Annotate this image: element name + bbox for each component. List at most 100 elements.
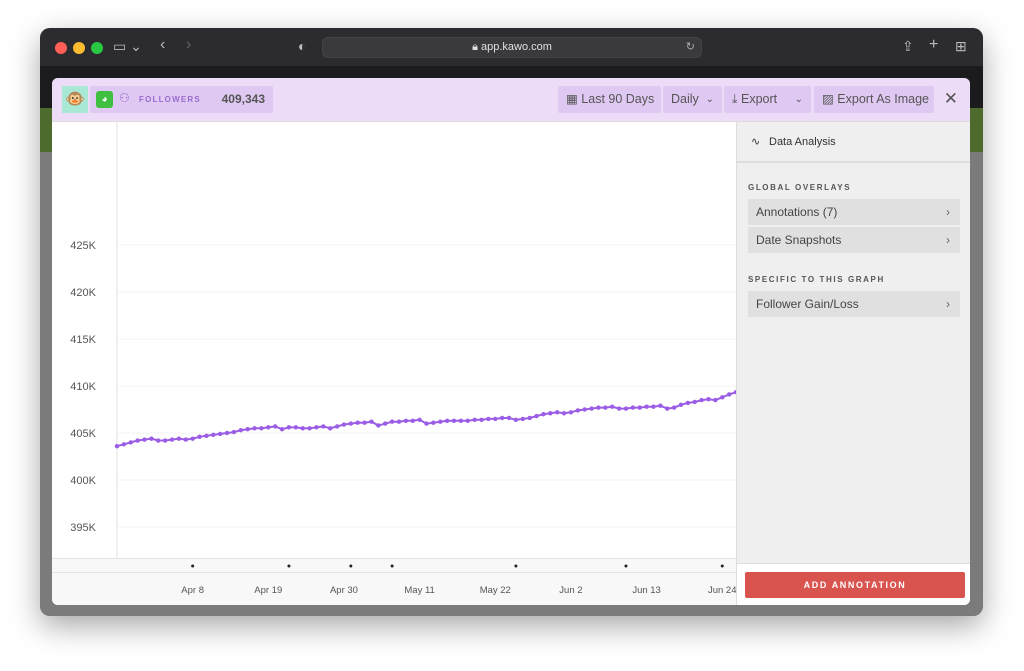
data-point <box>403 418 409 423</box>
data-point <box>321 424 326 429</box>
data-point <box>135 438 140 443</box>
data-point <box>169 437 175 442</box>
chevron-down-icon: ⌄ <box>794 94 803 105</box>
data-point <box>424 421 429 426</box>
close-window-button[interactable] <box>55 42 67 54</box>
follower-gain-loss-item[interactable]: Follower Gain/Loss › <box>748 291 960 317</box>
annotation-strip <box>52 558 736 573</box>
data-point <box>286 425 292 430</box>
x-tick-label: Jun 24 <box>708 585 736 596</box>
data-point <box>128 440 133 445</box>
data-point <box>458 418 464 423</box>
export-as-image-button[interactable]: ▨ Export As Image <box>814 86 934 113</box>
browser-toolbar: ▭ ⌄ ‹ › ◐ 🔒︎ app.kawo.com ↻ ⇪ + ⊞ <box>40 28 983 66</box>
add-annotation-button[interactable]: ADD ANNOTATION <box>745 572 965 598</box>
chevron-right-icon: › <box>946 297 950 311</box>
annotation-marker <box>624 564 628 568</box>
data-point <box>328 426 333 431</box>
data-point <box>534 413 539 419</box>
data-point <box>156 438 161 443</box>
data-point <box>149 436 154 441</box>
zoom-window-button[interactable] <box>91 42 103 54</box>
annotation-marker <box>720 564 724 568</box>
reload-icon[interactable]: ↻ <box>686 38 695 57</box>
data-point <box>190 436 195 441</box>
data-point <box>720 395 725 400</box>
back-icon[interactable]: ‹ <box>160 36 165 54</box>
users-icon: ⚇ <box>119 91 130 105</box>
data-point <box>486 416 491 422</box>
data-point <box>610 404 615 409</box>
data-point <box>307 426 312 431</box>
address-bar[interactable]: 🔒︎ app.kawo.com ↻ <box>322 37 702 58</box>
privacy-shield-icon[interactable]: ◐ <box>298 38 306 54</box>
data-point <box>685 400 691 406</box>
chevron-right-icon: › <box>946 205 950 219</box>
data-point <box>678 402 684 407</box>
annotations-item[interactable]: Annotations (7) › <box>748 199 960 225</box>
image-icon: ▨ <box>822 92 838 106</box>
data-point <box>369 419 374 424</box>
data-point <box>417 417 422 423</box>
y-tick-label: 395K <box>70 522 96 534</box>
data-point <box>671 405 677 410</box>
data-point <box>623 406 629 411</box>
data-point <box>293 425 299 430</box>
data-point <box>513 417 519 423</box>
data-point <box>658 403 663 408</box>
data-point <box>451 418 457 423</box>
metric-label: FOLLOWERS <box>139 95 201 104</box>
annotation-marker <box>390 564 394 568</box>
x-tick-label: Apr 8 <box>181 585 204 596</box>
export-label: Export <box>741 92 778 106</box>
data-point <box>314 425 319 430</box>
data-point <box>575 408 581 413</box>
data-point <box>341 422 347 427</box>
pulse-icon: ∿ <box>751 136 761 148</box>
share-icon[interactable]: ⇪ <box>902 38 914 55</box>
plot-background <box>52 122 736 558</box>
data-point <box>630 405 636 410</box>
x-tick-label: May 22 <box>480 585 511 596</box>
minimize-window-button[interactable] <box>73 42 85 54</box>
global-overlays-heading: GLOBAL OVERLAYS <box>748 183 852 192</box>
export-dropdown[interactable]: ⤓ Export ⌄ <box>724 86 811 113</box>
tab-overview-icon[interactable]: ⊞ <box>955 38 967 55</box>
data-point <box>383 421 388 426</box>
new-tab-icon[interactable]: + <box>929 36 938 54</box>
data-analysis-header: ∿ Data Analysis <box>737 122 970 163</box>
data-point <box>651 404 656 409</box>
interval-label: Daily <box>671 92 699 106</box>
item-label: Date Snapshots <box>756 233 842 247</box>
x-tick-label: Jun 2 <box>559 585 582 596</box>
specific-graph-heading: SPECIFIC TO THIS GRAPH <box>748 275 885 284</box>
data-point <box>162 438 168 443</box>
y-tick-label: 425K <box>70 240 96 252</box>
modal-header: 🐵 ◕ ⚇ FOLLOWERS 409,343 ▦ Last 90 Days D… <box>52 78 970 122</box>
x-axis: Apr 8 Apr 19 Apr 30 May 11 May 22 Jun 2 Jun 13… <box>52 573 736 605</box>
interval-dropdown[interactable]: Daily ⌄ <box>663 86 722 113</box>
data-point <box>224 430 230 436</box>
annotation-marker <box>349 564 353 568</box>
data-point <box>644 404 649 409</box>
data-point <box>204 433 209 439</box>
data-point <box>561 411 567 416</box>
data-point <box>465 418 470 423</box>
data-point <box>238 427 243 433</box>
x-tick-label: Apr 30 <box>330 585 358 596</box>
data-point <box>272 424 278 429</box>
close-icon[interactable]: ✕ <box>944 89 958 109</box>
data-point <box>438 419 443 424</box>
data-point <box>499 415 505 421</box>
data-point <box>548 411 553 416</box>
sidebar-toggle-icon[interactable]: ▭ ⌄ <box>113 38 142 55</box>
data-point <box>348 421 354 426</box>
annotation-marker <box>191 564 195 568</box>
followers-line-chart: 425K420K415K410K405K400K395K390K385K <box>52 122 736 558</box>
forward-icon[interactable]: › <box>186 36 191 54</box>
data-point <box>665 406 670 411</box>
annotation-marker <box>514 564 518 568</box>
export-image-label: Export As Image <box>837 92 930 106</box>
date-range-button[interactable]: ▦ Last 90 Days <box>558 86 661 113</box>
date-snapshots-item[interactable]: Date Snapshots › <box>748 227 960 253</box>
